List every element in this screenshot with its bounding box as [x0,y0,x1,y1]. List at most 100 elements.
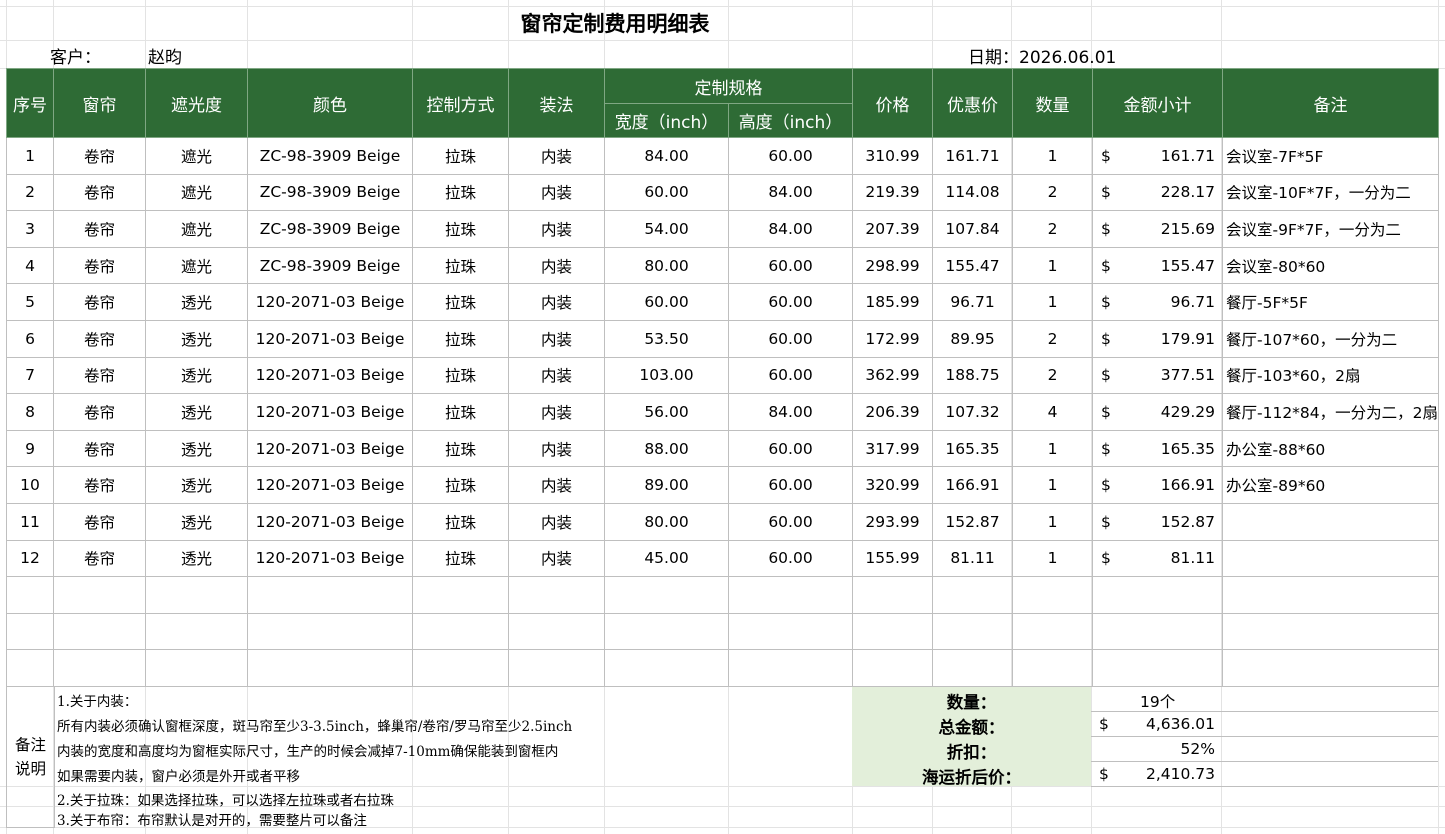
cell-subtotal[interactable]: $166.91 [1092,466,1223,504]
cell-qty[interactable]: 1 [1012,502,1093,541]
empty-cell[interactable] [412,576,509,614]
cell-control[interactable]: 拉珠 [412,246,509,285]
empty-cell[interactable] [412,649,509,687]
cell-qty[interactable]: 1 [1012,539,1093,578]
cell-type[interactable]: 卷帘 [53,393,146,431]
cell-color[interactable]: ZC-98-3909 Beige [247,173,413,212]
customer-name[interactable]: 赵昀 [148,43,182,68]
cell-remark[interactable]: 会议室-10F*7F，一分为二 [1222,173,1439,212]
empty-cell[interactable] [145,649,248,687]
cell-control[interactable]: 拉珠 [412,393,509,431]
cell-price[interactable]: 293.99 [852,502,933,541]
cell-shading[interactable]: 遮光 [145,137,248,175]
cell-no[interactable]: 11 [6,502,54,541]
empty-cell[interactable] [1092,612,1223,651]
cell-discount-price[interactable]: 96.71 [932,283,1013,321]
cell-install[interactable]: 内装 [508,539,605,578]
cell-price[interactable]: 172.99 [852,319,933,358]
empty-cell[interactable] [247,576,413,614]
cell-height[interactable]: 60.00 [728,466,853,504]
summary-total-value[interactable]: 4,636.01 [1146,715,1215,733]
empty-cell[interactable] [728,612,853,651]
empty-cell[interactable] [604,576,729,614]
cell-height[interactable]: 60.00 [728,502,853,541]
cell-no[interactable]: 2 [6,173,54,212]
cell-height[interactable]: 60.00 [728,539,853,578]
cell-subtotal[interactable]: $81.11 [1092,539,1223,578]
empty-cell[interactable] [1012,649,1093,687]
cell-qty[interactable]: 2 [1012,173,1093,212]
cell-no[interactable]: 7 [6,356,54,395]
cell-height[interactable]: 60.00 [728,319,853,358]
empty-cell[interactable] [1092,649,1223,687]
empty-cell[interactable] [6,576,54,614]
empty-cell[interactable] [1012,612,1093,651]
cell-remark[interactable] [1222,502,1439,541]
cell-type[interactable]: 卷帘 [53,356,146,395]
cell-price[interactable]: 320.99 [852,466,933,504]
cell-height[interactable]: 60.00 [728,246,853,285]
cell-remark[interactable]: 办公室-89*60 [1222,466,1439,504]
cell-width[interactable]: 56.00 [604,393,729,431]
cell-qty[interactable]: 2 [1012,319,1093,358]
cell-no[interactable]: 12 [6,539,54,578]
cell-shading[interactable]: 透光 [145,539,248,578]
empty-cell[interactable] [53,576,146,614]
cell-type[interactable]: 卷帘 [53,137,146,175]
cell-control[interactable]: 拉珠 [412,283,509,321]
empty-cell[interactable] [508,612,605,651]
cell-color[interactable]: 120-2071-03 Beige [247,502,413,541]
cell-price[interactable]: 207.39 [852,210,933,248]
cell-subtotal[interactable]: $377.51 [1092,356,1223,395]
cell-remark[interactable]: 餐厅-103*60，2扇 [1222,356,1439,395]
cell-type[interactable]: 卷帘 [53,173,146,212]
cell-subtotal[interactable]: $215.69 [1092,210,1223,248]
cell-price[interactable]: 185.99 [852,283,933,321]
empty-cell[interactable] [1222,612,1439,651]
cell-shading[interactable]: 遮光 [145,173,248,212]
cell-discount-price[interactable]: 114.08 [932,173,1013,212]
cell-width[interactable]: 45.00 [604,539,729,578]
cell-color[interactable]: 120-2071-03 Beige [247,466,413,504]
cell-width[interactable]: 103.00 [604,356,729,395]
cell-color[interactable]: 120-2071-03 Beige [247,356,413,395]
cell-color[interactable]: 120-2071-03 Beige [247,539,413,578]
cell-height[interactable]: 60.00 [728,137,853,175]
cell-discount-price[interactable]: 89.95 [932,319,1013,358]
empty-cell[interactable] [852,612,933,651]
cell-install[interactable]: 内装 [508,502,605,541]
cell-discount-price[interactable]: 107.84 [932,210,1013,248]
cell-install[interactable]: 内装 [508,319,605,358]
cell-subtotal[interactable]: $96.71 [1092,283,1223,321]
cell-subtotal[interactable]: $165.35 [1092,429,1223,468]
empty-cell[interactable] [6,612,54,651]
empty-cell[interactable] [728,576,853,614]
cell-remark[interactable]: 餐厅-5F*5F [1222,283,1439,321]
cell-discount-price[interactable]: 166.91 [932,466,1013,504]
summary-discount-value[interactable]: 52% [1181,740,1215,758]
cell-type[interactable]: 卷帘 [53,539,146,578]
cell-price[interactable]: 298.99 [852,246,933,285]
cell-price[interactable]: 206.39 [852,393,933,431]
cell-remark[interactable]: 会议室-9F*7F，一分为二 [1222,210,1439,248]
cell-install[interactable]: 内装 [508,356,605,395]
cell-shading[interactable]: 透光 [145,429,248,468]
cell-control[interactable]: 拉珠 [412,137,509,175]
cell-control[interactable]: 拉珠 [412,539,509,578]
cell-install[interactable]: 内装 [508,173,605,212]
empty-cell[interactable] [932,576,1013,614]
cell-qty[interactable]: 1 [1012,137,1093,175]
empty-cell[interactable] [53,649,146,687]
cell-height[interactable]: 84.00 [728,210,853,248]
cell-install[interactable]: 内装 [508,393,605,431]
cell-type[interactable]: 卷帘 [53,319,146,358]
cell-no[interactable]: 9 [6,429,54,468]
cell-subtotal[interactable]: $228.17 [1092,173,1223,212]
order-date[interactable]: 日期：2026.06.01 [968,43,1116,68]
cell-subtotal[interactable]: $155.47 [1092,246,1223,285]
summary-qty-value[interactable]: 19个 [1140,690,1175,712]
cell-control[interactable]: 拉珠 [412,210,509,248]
cell-qty[interactable]: 1 [1012,429,1093,468]
cell-color[interactable]: ZC-98-3909 Beige [247,246,413,285]
empty-cell[interactable] [932,612,1013,651]
